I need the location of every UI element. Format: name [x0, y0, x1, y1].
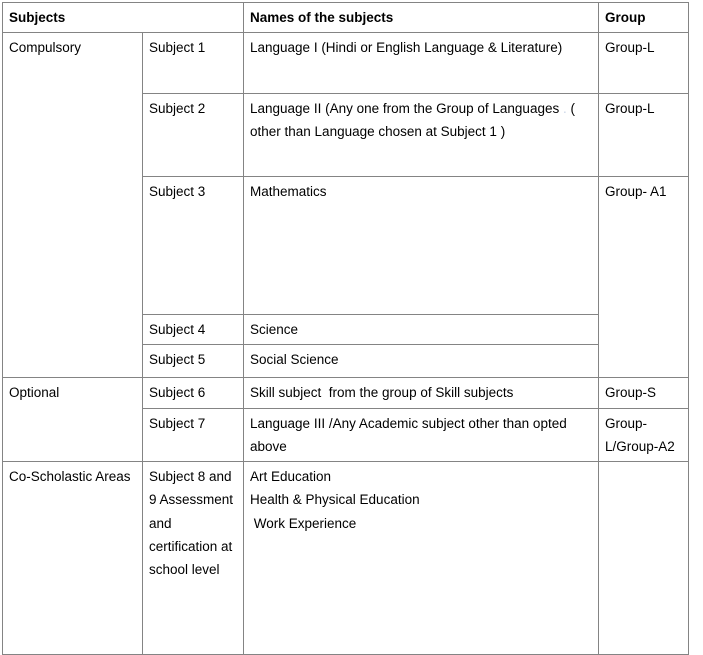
cell-subject-name-5: Social Science	[243, 344, 599, 379]
cell-subject-no-3: Subject 3	[142, 176, 244, 316]
cell-subject-no-8-9: Subject 8 and 9 Assessment and certifica…	[142, 461, 244, 655]
cell-subject-name-2: Language II (Any one from the Group of L…	[243, 93, 599, 178]
co-scholastic-item-health-physical-education: Health & Physical Education	[250, 492, 420, 508]
cell-subject-no-2: Subject 2	[142, 93, 244, 178]
table-row-subject-1: Compulsory Subject 1 Language I (Hindi o…	[2, 32, 689, 379]
cell-subject-name-4: Science	[243, 314, 599, 346]
table-row-subject-8-9: Co-Scholastic Areas Subject 8 and 9 Asse…	[2, 461, 689, 655]
document-page: Subjects Names of the subjects Group Com…	[0, 0, 703, 655]
subjects-table: Subjects Names of the subjects Group Com…	[2, 1, 689, 655]
cell-subject-name-1: Language I (Hindi or English Language & …	[243, 32, 599, 95]
cell-category-compulsory: Compulsory	[2, 32, 143, 379]
subject-2-faint-mark: .	[562, 101, 567, 117]
cell-category-co-scholastic: Co-Scholastic Areas	[2, 461, 143, 655]
header-names-of-subjects: Names of the subjects	[243, 1, 599, 34]
cell-group-7: Group-L/Group-A2	[598, 407, 689, 463]
table-header-row: Subjects Names of the subjects Group	[2, 1, 689, 34]
cell-subject-name-8-9: Art Education Health & Physical Educatio…	[243, 461, 599, 655]
co-scholastic-item-work-experience: Work Experience	[250, 515, 357, 531]
cell-subject-no-6: Subject 6	[142, 377, 244, 409]
cell-group-6: Group-S	[598, 377, 689, 409]
cell-category-optional: Optional	[2, 377, 143, 463]
cell-group-8-9	[598, 461, 689, 655]
cell-subject-name-3: Mathematics	[243, 176, 599, 316]
subject-2-name-part1: Language II (Any one from the Group of L…	[250, 101, 560, 117]
co-scholastic-item-art-education: Art Education	[250, 469, 332, 485]
cell-subject-name-6: Skill subject from the group of Skill su…	[243, 377, 599, 409]
cell-group-1: Group-L	[598, 32, 689, 95]
cell-subject-name-7: Language III /Any Academic subject other…	[243, 407, 599, 463]
cell-subject-no-5: Subject 5	[142, 344, 244, 379]
table-row-subject-6: Optional Subject 6 Skill subject from th…	[2, 377, 689, 463]
header-group: Group	[598, 1, 689, 34]
header-subjects: Subjects	[2, 1, 244, 34]
cell-subject-no-7: Subject 7	[142, 407, 244, 463]
cell-group-3: Group- A1	[598, 176, 689, 379]
cell-group-2: Group-L	[598, 93, 689, 178]
cell-subject-no-1: Subject 1	[142, 32, 244, 95]
cell-subject-no-4: Subject 4	[142, 314, 244, 346]
